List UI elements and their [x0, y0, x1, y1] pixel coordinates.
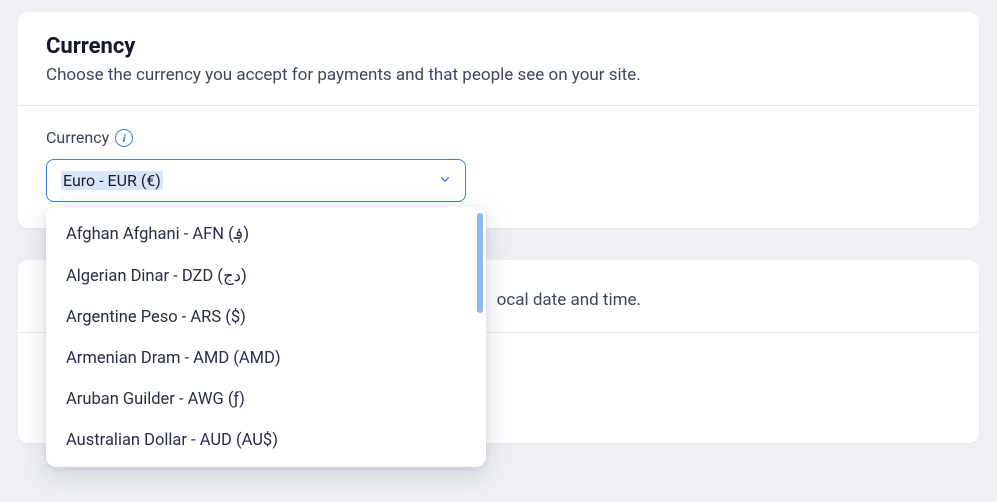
currency-title: Currency	[46, 34, 951, 59]
currency-option[interactable]: Argentine Peso - ARS ($)	[46, 297, 474, 338]
currency-option[interactable]: Afghan Afghani - AFN (؋)	[46, 213, 474, 255]
currency-select-input[interactable]: Euro - EUR (€)	[46, 159, 466, 202]
chevron-down-icon	[438, 171, 452, 190]
currency-dropdown-list[interactable]: Afghan Afghani - AFN (؋) Algerian Dinar …	[46, 213, 480, 461]
currency-card-header: Currency Choose the currency you accept …	[18, 12, 979, 106]
currency-subtitle: Choose the currency you accept for payme…	[46, 65, 951, 85]
currency-select[interactable]: Euro - EUR (€) Afghan Afghani - AFN (؋) …	[46, 159, 466, 202]
currency-dropdown: Afghan Afghani - AFN (؋) Algerian Dinar …	[46, 207, 486, 467]
currency-settings-card: Currency Choose the currency you accept …	[18, 12, 979, 228]
currency-selected-value: Euro - EUR (€)	[61, 171, 163, 190]
currency-card-body: Currency i Euro - EUR (€) Afghan Afghani…	[18, 106, 979, 228]
dropdown-scrollbar[interactable]	[477, 213, 483, 461]
currency-option[interactable]: Australian Dollar - AUD (AU$)	[46, 420, 474, 461]
currency-field-label: Currency	[46, 128, 109, 147]
dropdown-scrollbar-thumb[interactable]	[477, 213, 483, 313]
info-icon[interactable]: i	[115, 129, 133, 147]
currency-option[interactable]: Algerian Dinar - DZD (دج)	[46, 255, 474, 297]
currency-option[interactable]: Aruban Guilder - AWG (ƒ)	[46, 379, 474, 420]
currency-option[interactable]: Armenian Dram - AMD (AMD)	[46, 338, 474, 379]
currency-field-label-row: Currency i	[46, 128, 951, 147]
